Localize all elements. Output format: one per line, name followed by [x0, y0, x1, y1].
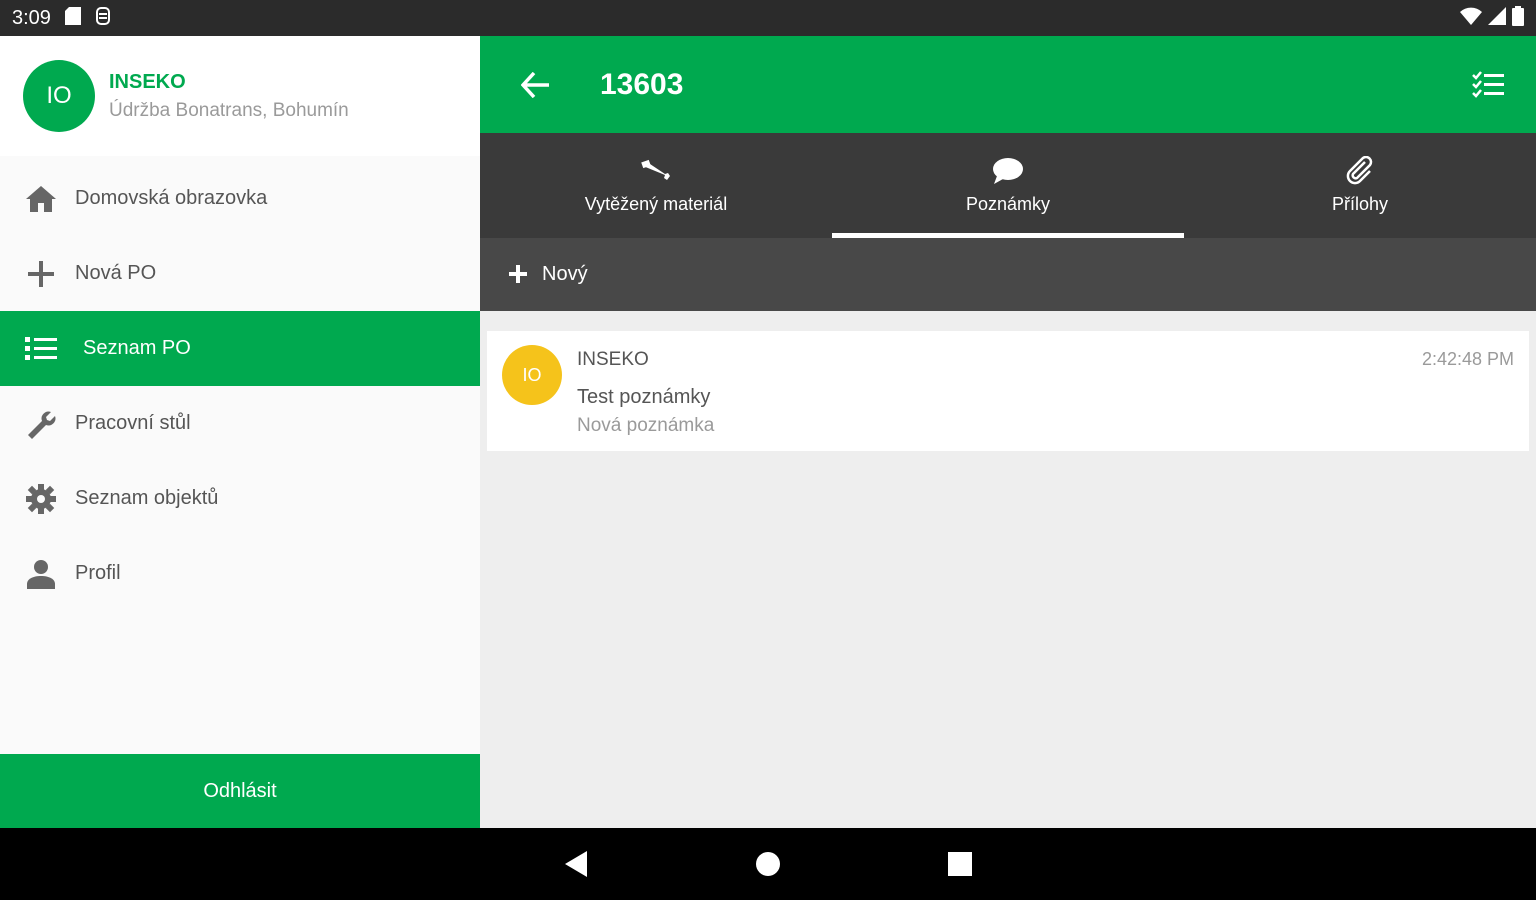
signal-icon — [1488, 6, 1506, 30]
plus-icon — [24, 257, 58, 291]
arrow-left-icon — [521, 71, 549, 98]
main-content: 13603 Vytěžený materiál Poznámky Přílohy — [480, 36, 1536, 828]
status-time: 3:09 — [12, 6, 51, 29]
note-timestamp: 2:42:48 PM — [1421, 349, 1514, 369]
note-card[interactable]: IO INSEKO 2:42:48 PM Test poznámky Nová … — [487, 331, 1529, 451]
note-author: INSEKO — [577, 349, 649, 370]
note-body: Nová poznámka — [577, 415, 715, 436]
drawer-header: IO INSEKO Údržba Bonatrans, Bohumín — [0, 36, 480, 156]
new-note-bar: Nový — [480, 238, 1536, 311]
menu-item-label: Seznam objektů — [75, 487, 219, 509]
system-nav-bar — [0, 828, 1536, 900]
paperclip-icon — [1345, 156, 1375, 186]
tab-attachments[interactable]: Přílohy — [1184, 133, 1536, 238]
checklist-icon — [1472, 70, 1504, 98]
tab-label: Poznámky — [965, 194, 1051, 214]
list-icon — [24, 332, 58, 366]
nav-back-button[interactable] — [550, 838, 602, 890]
menu-item-label: Profil — [75, 562, 121, 584]
battery-icon — [1512, 5, 1524, 31]
triangle-back-icon — [565, 851, 587, 877]
tab-indicator — [832, 233, 1184, 238]
menu-item-home[interactable]: Domovská obrazovka — [0, 161, 480, 236]
menu-item-profile[interactable]: Profil — [0, 536, 480, 611]
tab-bar: Vytěžený materiál Poznámky Přílohy — [480, 133, 1536, 238]
sd-card-icon — [64, 6, 81, 30]
menu-item-workbench[interactable]: Pracovní stůl — [0, 386, 480, 461]
plus-icon — [508, 261, 528, 289]
square-recents-icon — [948, 852, 972, 876]
app-bar: 13603 — [480, 36, 1536, 133]
page-title: 13603 — [600, 67, 684, 101]
tab-material[interactable]: Vytěžený materiál — [480, 133, 832, 238]
navigation-drawer: IO INSEKO Údržba Bonatrans, Bohumín Domo… — [0, 36, 480, 828]
status-bar: 3:09 — [0, 0, 1536, 36]
drawer-menu: Domovská obrazovka Nová PO Seznam PO Pra… — [0, 161, 480, 611]
menu-item-label: Nová PO — [75, 262, 157, 284]
chat-icon — [992, 156, 1024, 186]
menu-item-label: Seznam PO — [83, 337, 191, 359]
note-title: Test poznámky — [577, 386, 711, 408]
menu-item-new-po[interactable]: Nová PO — [0, 236, 480, 311]
wrench-icon — [24, 407, 58, 441]
gear-icon — [24, 482, 58, 516]
notification-icon — [95, 6, 111, 30]
back-button[interactable] — [510, 60, 560, 110]
home-icon — [24, 182, 58, 216]
menu-item-label: Pracovní stůl — [75, 412, 191, 434]
wifi-icon — [1460, 7, 1482, 30]
menu-item-po-list[interactable]: Seznam PO — [0, 311, 480, 386]
menu-item-label: Domovská obrazovka — [75, 187, 268, 209]
note-avatar: IO — [502, 345, 562, 405]
company-name: INSEKO — [109, 70, 186, 93]
logout-button[interactable]: Odhlásit — [0, 754, 480, 828]
checklist-button[interactable] — [1468, 65, 1508, 105]
circle-home-icon — [756, 852, 780, 876]
tab-label: Přílohy — [1331, 194, 1389, 214]
tab-notes[interactable]: Poznámky — [832, 133, 1184, 238]
menu-item-objects[interactable]: Seznam objektů — [0, 461, 480, 536]
company-subtitle: Údržba Bonatrans, Bohumín — [109, 99, 349, 121]
user-avatar: IO — [23, 60, 95, 132]
nav-recents-button[interactable] — [934, 838, 986, 890]
new-note-button[interactable]: Nový — [542, 263, 588, 286]
nav-home-button[interactable] — [742, 838, 794, 890]
person-icon — [24, 557, 58, 591]
wrench-icon — [641, 156, 671, 186]
tab-label: Vytěžený materiál — [584, 194, 728, 214]
